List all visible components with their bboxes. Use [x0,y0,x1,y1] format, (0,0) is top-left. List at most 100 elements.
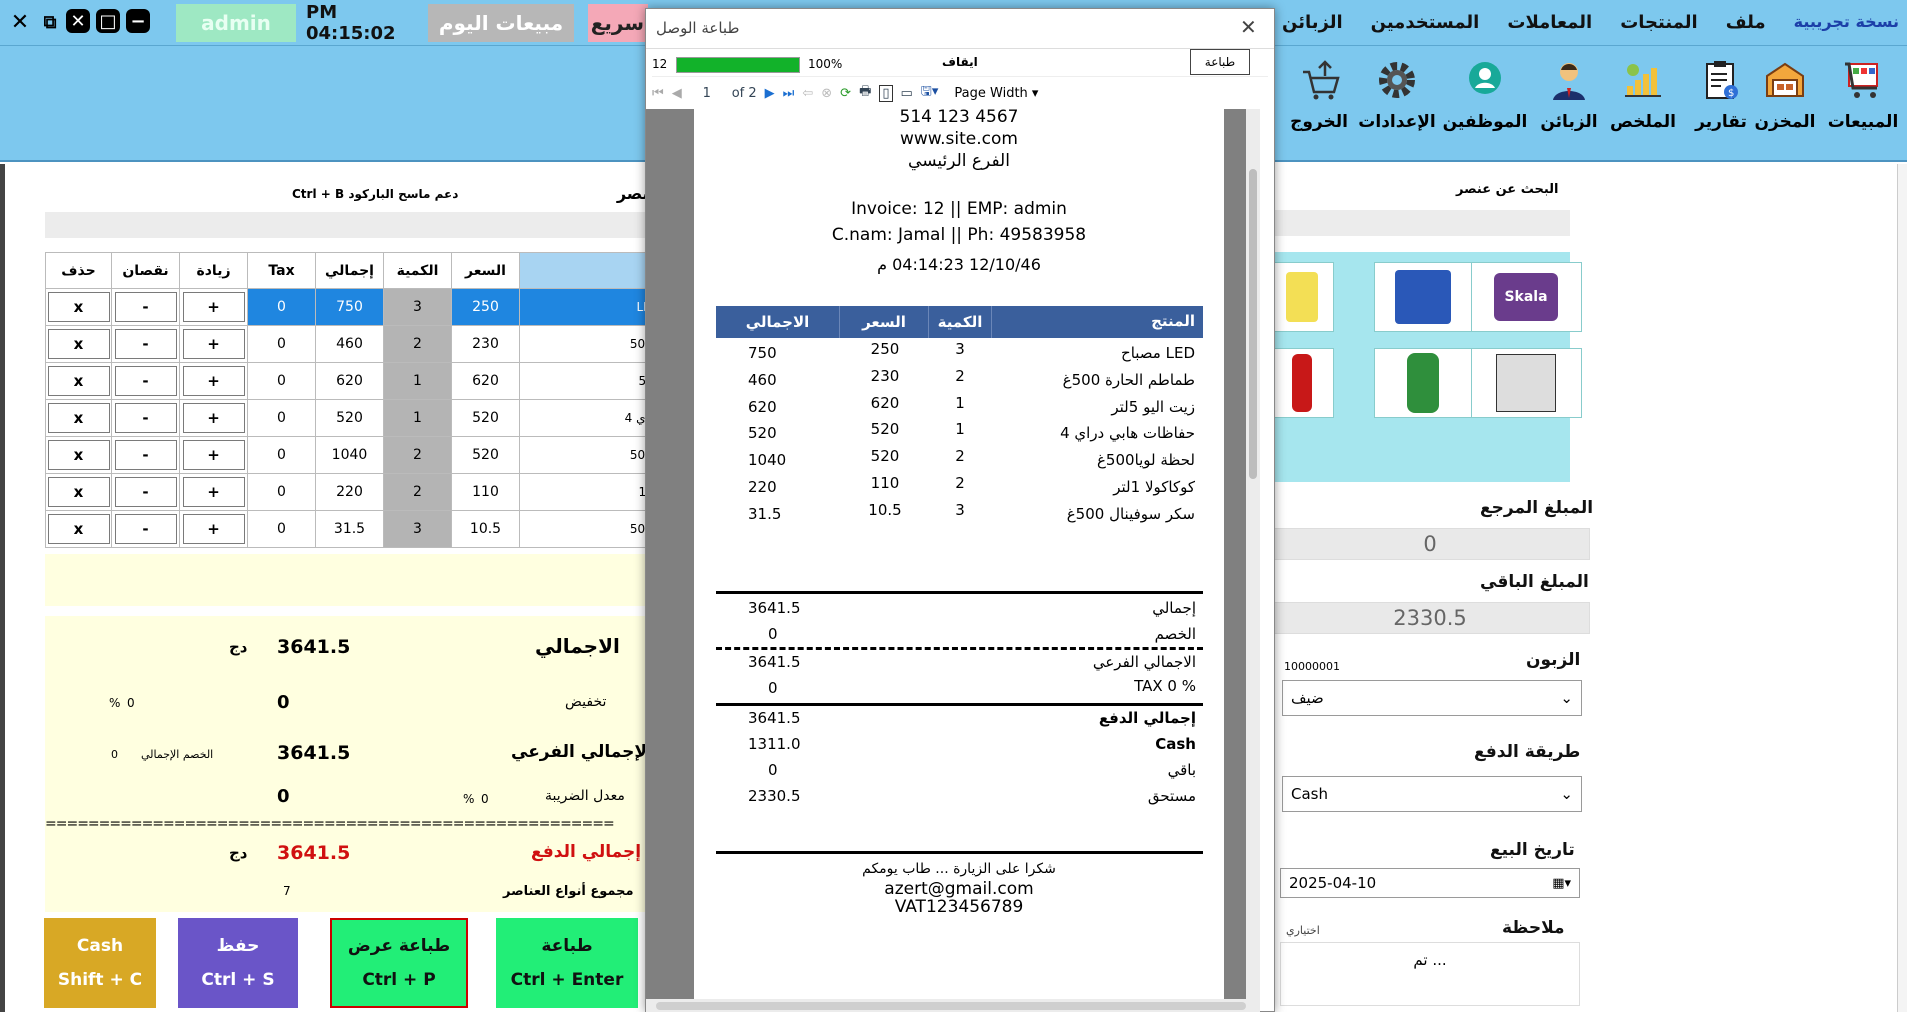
side-scrollbar[interactable] [1897,164,1907,1012]
maximize-icon[interactable]: □ [96,9,120,33]
delete-row-button[interactable]: x [47,514,110,544]
payment-method-label: طريقة الدفع [1474,742,1581,762]
refresh-icon[interactable]: ⟳ [840,86,851,101]
cell-minus: - [111,288,180,326]
decrease-qty-button[interactable]: - [114,292,177,322]
stop-icon[interactable]: ⊗ [821,86,832,101]
printer-icon[interactable]: 🖶 [859,82,871,104]
stop-button[interactable]: ايقاف [942,55,978,69]
product-tile[interactable] [1270,262,1334,332]
zoom-select[interactable]: Page Width ▾ [954,86,1038,101]
quick-tab[interactable]: سريع [588,4,648,42]
increase-qty-button[interactable]: + [182,514,245,544]
increase-qty-button[interactable]: + [182,292,245,322]
cash-button[interactable]: Cash Shift + C [44,918,156,1008]
increase-qty-button[interactable]: + [182,477,245,507]
receipt-item-total: 520 [748,424,777,443]
minimize-icon[interactable]: − [126,9,150,33]
item-search-input[interactable] [45,212,665,238]
customer-select[interactable]: ضيف ⌄ [1282,680,1582,716]
page-input[interactable]: 1 [690,86,724,101]
receipt-item-total: 1040 [748,451,787,470]
receipt-invoice: Invoice: 12 || EMP: admin [851,199,1067,219]
table-row[interactable]: x-+022021101لتر [45,473,665,511]
preview-h-scrollbar[interactable] [646,999,1260,1012]
increase-qty-button[interactable]: + [182,440,245,470]
product-tile[interactable]: Skala [1470,262,1582,332]
product-tile[interactable] [1270,348,1334,418]
print-button[interactable]: طباعة Ctrl + Enter [496,918,638,1008]
increase-qty-button[interactable]: + [182,329,245,359]
product-tile[interactable] [1470,348,1582,418]
decrease-qty-button[interactable]: - [114,514,177,544]
delete-row-button[interactable]: x [47,403,110,433]
delete-row-button[interactable]: x [47,292,110,322]
menu-trial[interactable]: نسخة تجريبية [1794,12,1899,33]
exit-tool[interactable]: الخروج [1278,54,1360,132]
receipt-item-row: LED مصباح 3 250 750 [716,338,1203,364]
prev-page-icon[interactable]: ◀ [672,86,682,101]
last-page-icon[interactable]: ⏭ [783,86,795,101]
menu-transactions[interactable]: المعاملات [1507,12,1592,33]
decrease-qty-button[interactable]: - [114,477,177,507]
delete-row-button[interactable]: x [47,329,110,359]
customers-tool[interactable]: الزبائن [1528,54,1610,132]
note-textarea[interactable]: تم ... [1280,942,1580,1006]
decrease-qty-button[interactable]: - [114,329,177,359]
back-icon[interactable]: ⇦ [802,86,813,101]
table-row[interactable]: x-+05201520دراي 4 [45,399,665,437]
summary-tool[interactable]: الملخص [1602,54,1684,132]
first-page-icon[interactable]: ⏮ [652,86,664,101]
delete-row-button[interactable]: x [47,440,110,470]
employees-tool-label: الموظفين [1442,112,1528,132]
preview-scrollbar[interactable] [1246,109,1260,999]
cell-price: 250 [451,288,520,326]
cell-name: 500غ [519,510,665,548]
preview-scroll-thumb[interactable] [1249,169,1257,479]
save-button[interactable]: حفظ Ctrl + S [178,918,298,1008]
cell-price: 620 [451,362,520,400]
delete-row-button[interactable]: x [47,366,110,396]
table-row[interactable]: x-+04602230500غ [45,325,665,363]
delete-row-button[interactable]: x [47,477,110,507]
calendar-icon[interactable]: ▦▾ [1552,876,1571,891]
page-setup-icon[interactable]: ▭ [901,86,913,101]
employees-tool[interactable]: الموظفين [1442,54,1528,132]
dialog-print-button[interactable]: طباعة [1190,49,1250,75]
dialog-close-icon[interactable]: ✕ [1240,15,1257,39]
right-search-input[interactable] [1270,210,1570,236]
decrease-qty-button[interactable]: - [114,403,177,433]
table-row[interactable]: x-+010402520500غ [45,436,665,474]
sale-date-picker[interactable]: 2025-04-10 ▦▾ [1280,868,1580,898]
preview-h-scroll-thumb[interactable] [656,1002,1246,1010]
export-icon[interactable]: 🖫▾ [921,82,939,104]
payment-method-select[interactable]: Cash ⌄ [1282,776,1582,812]
table-row[interactable]: x-+062016205لتر [45,362,665,400]
next-page-icon[interactable]: ▶ [765,86,775,101]
menu-users[interactable]: المستخدمين [1371,12,1480,33]
close-icon[interactable]: ✕ [6,8,34,36]
print-preview-button[interactable]: طباعة عرض Ctrl + P [330,918,468,1008]
product-tile[interactable] [1374,262,1472,332]
reports-tool[interactable]: $ تقارير [1680,54,1762,132]
settings-tool[interactable]: الإعدادات [1356,54,1438,132]
menu-customers[interactable]: الزبائن [1282,12,1343,33]
sales-tool[interactable]: المبيعات [1822,54,1904,132]
decrease-qty-button[interactable]: - [114,440,177,470]
cell-minus: - [111,399,180,437]
today-sales-button[interactable]: مبيعات اليوم [428,4,574,42]
menu-file[interactable]: ملف [1726,12,1766,33]
cell-tax: 0 [247,288,316,326]
increase-qty-button[interactable]: + [182,366,245,396]
product-tile[interactable] [1374,348,1472,418]
decrease-qty-button[interactable]: - [114,366,177,396]
table-row[interactable]: x-+031.5310.5500غ [45,510,665,548]
remaining-label: المبلغ الباقي [1480,572,1589,592]
menu-products[interactable]: المنتجات [1620,12,1698,33]
table-row[interactable]: x-+07503250LED [45,288,665,326]
page-layout-icon[interactable]: ▯ [879,84,893,102]
close-app-icon[interactable]: ✕ [66,9,90,33]
restore-icon[interactable]: ⧉ [36,8,64,36]
cell-qty: 3 [383,510,452,548]
increase-qty-button[interactable]: + [182,403,245,433]
